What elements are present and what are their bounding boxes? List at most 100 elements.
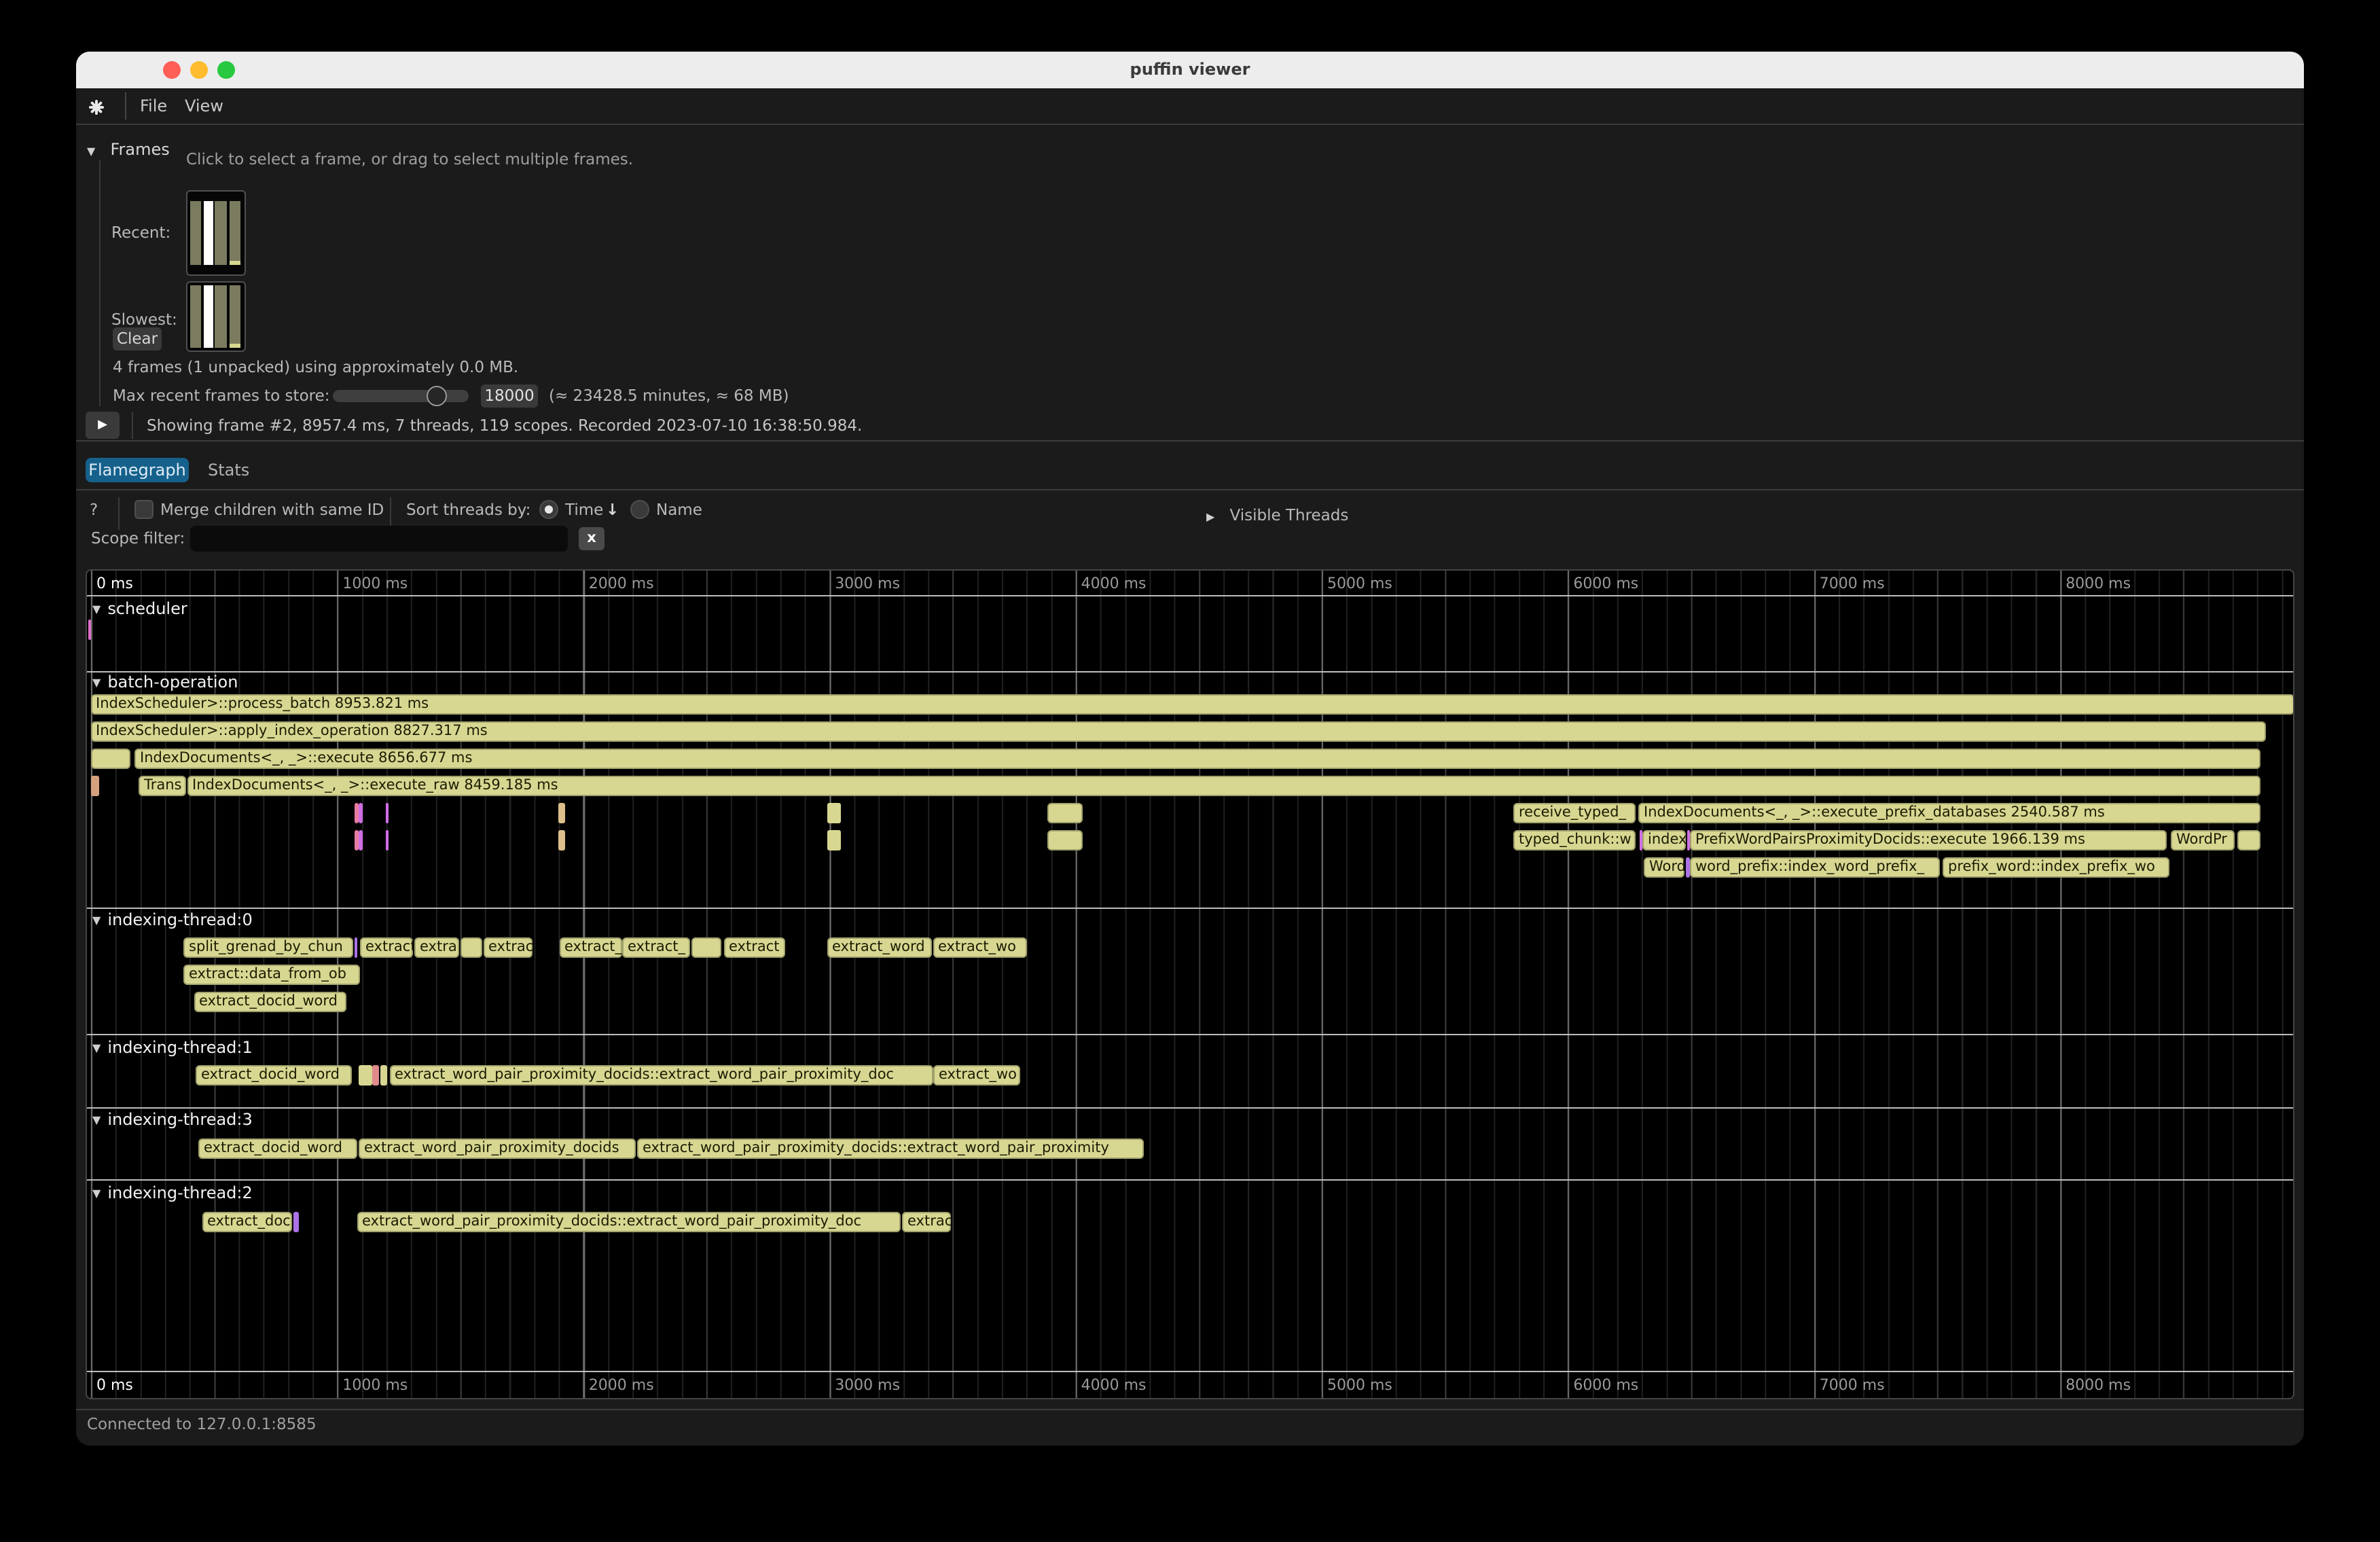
title-bar[interactable]: puffin viewer bbox=[76, 52, 2304, 88]
sort-time-radio[interactable] bbox=[539, 500, 558, 519]
theme-star-icon[interactable] bbox=[87, 98, 105, 115]
thread-group-header[interactable]: ▼indexing-thread:2 bbox=[92, 1183, 253, 1202]
help-button[interactable]: ? bbox=[90, 500, 98, 519]
frame-stripe[interactable] bbox=[215, 201, 227, 265]
tab-stats[interactable]: Stats bbox=[208, 458, 249, 482]
recent-frame-thumbnail[interactable] bbox=[186, 190, 246, 276]
scope-bar[interactable]: extract bbox=[360, 937, 413, 958]
scope-bar[interactable]: extract_docid_word bbox=[198, 1138, 357, 1159]
scope-bar[interactable] bbox=[358, 803, 363, 823]
scope-bar[interactable]: extract_word_pair_proximity_docids bbox=[359, 1138, 636, 1159]
scope-bar[interactable] bbox=[355, 803, 358, 823]
scope-bar[interactable]: extract_doc bbox=[202, 1212, 292, 1232]
scope-bar[interactable]: extract_ bbox=[559, 937, 621, 958]
frame-stripe[interactable] bbox=[229, 201, 240, 265]
scope-bar[interactable] bbox=[1686, 857, 1689, 878]
scope-bar[interactable] bbox=[355, 830, 358, 850]
scope-bar[interactable] bbox=[2237, 830, 2260, 850]
menu-view[interactable]: View bbox=[185, 88, 223, 124]
scope-bar[interactable]: extract bbox=[723, 937, 785, 958]
scope-bar[interactable] bbox=[558, 830, 565, 850]
slowest-frame-thumbnail[interactable] bbox=[186, 281, 246, 352]
thread-name: batch-operation bbox=[107, 673, 238, 692]
flamegraph-canvas[interactable]: 0 ms1000 ms2000 ms3000 ms4000 ms5000 ms6… bbox=[86, 569, 2294, 1399]
scope-bar[interactable]: extract_word_pair_proximity_docids::extr… bbox=[389, 1065, 933, 1086]
scope-bar[interactable] bbox=[354, 937, 357, 958]
frame-stripe[interactable] bbox=[229, 285, 240, 348]
scope-bar[interactable]: receive_typed_ bbox=[1513, 803, 1636, 823]
scope-bar[interactable]: split_grenad_by_chun bbox=[183, 937, 353, 958]
menu-file[interactable]: File bbox=[140, 88, 167, 124]
frame-stripe[interactable] bbox=[215, 285, 227, 348]
scope-bar[interactable] bbox=[1687, 830, 1689, 850]
scope-bar[interactable]: extrac bbox=[483, 937, 532, 958]
scope-bar[interactable]: IndexScheduler>::apply_index_operation 8… bbox=[90, 721, 2265, 742]
scope-bar[interactable]: extract_word_pair_proximity_docids::extr… bbox=[637, 1138, 1143, 1159]
frame-stripe-selected[interactable] bbox=[203, 201, 213, 265]
thread-group-header[interactable]: ▼scheduler bbox=[92, 598, 187, 617]
scope-bar[interactable] bbox=[90, 776, 98, 796]
frames-section-header[interactable]: ▼ Frames bbox=[87, 135, 170, 160]
scope-bar[interactable] bbox=[827, 803, 840, 823]
scope-bar[interactable]: extract_docid_word bbox=[196, 1065, 351, 1086]
scope-bar[interactable]: extract_word_pair_proximity_docids::extr… bbox=[357, 1212, 900, 1232]
scope-filter-input[interactable] bbox=[190, 526, 568, 552]
thread-group-header[interactable]: ▼indexing-thread:3 bbox=[92, 1110, 253, 1129]
scope-bar[interactable]: extra bbox=[414, 937, 459, 958]
scope-bar[interactable] bbox=[558, 803, 565, 823]
scope-bar[interactable]: extrac bbox=[902, 1212, 950, 1232]
max-frames-value[interactable]: 18000 bbox=[481, 384, 538, 408]
play-button[interactable]: ▶ bbox=[86, 412, 120, 439]
scope-bar[interactable]: WordPr bbox=[2171, 830, 2235, 850]
scope-bar[interactable]: extract::data_from_ob bbox=[183, 965, 359, 985]
scope-bar[interactable]: IndexScheduler>::process_batch 8953.821 … bbox=[90, 694, 2294, 715]
frame-stripe-accent bbox=[229, 261, 240, 265]
frame-stripe-selected[interactable] bbox=[203, 285, 213, 348]
scope-bar[interactable] bbox=[1047, 830, 1083, 850]
scope-bar[interactable]: index bbox=[1642, 830, 1686, 850]
scope-bar[interactable]: typed_chunk::w bbox=[1513, 830, 1636, 850]
scope-bar[interactable]: IndexDocuments<_, _>::execute 8656.677 m… bbox=[134, 749, 2260, 769]
max-frames-note: (≈ 23428.5 minutes, ≈ 68 MB) bbox=[549, 386, 789, 405]
scope-bar[interactable] bbox=[1639, 830, 1642, 850]
scope-bar[interactable]: extract_word bbox=[827, 937, 931, 958]
scope-bar[interactable]: extract_ bbox=[622, 937, 690, 958]
scope-filter-clear-button[interactable]: x bbox=[579, 527, 605, 550]
scope-bar[interactable]: extract_wo bbox=[933, 1065, 1020, 1086]
scope-bar[interactable] bbox=[380, 1065, 386, 1086]
scope-bar[interactable]: extract_wo bbox=[933, 937, 1026, 958]
scope-bar[interactable]: prefix_word::index_prefix_wo bbox=[1943, 857, 2169, 878]
scope-bar[interactable] bbox=[90, 749, 130, 769]
sort-name-radio[interactable] bbox=[630, 500, 649, 519]
thread-group-header[interactable]: ▼indexing-thread:1 bbox=[92, 1037, 253, 1056]
scope-bar[interactable] bbox=[293, 1212, 299, 1232]
scope-bar[interactable] bbox=[358, 830, 363, 850]
max-frames-slider[interactable] bbox=[333, 390, 469, 402]
frame-stripe[interactable] bbox=[190, 201, 201, 265]
scope-bar[interactable]: extract_docid_word bbox=[194, 992, 346, 1012]
thread-group-header[interactable]: ▼batch-operation bbox=[92, 673, 238, 692]
scope-bar[interactable]: word_prefix::index_word_prefix_ bbox=[1690, 857, 1940, 878]
scope-bar[interactable] bbox=[88, 619, 90, 639]
frame-stripe[interactable] bbox=[190, 285, 201, 348]
merge-checkbox[interactable] bbox=[134, 500, 154, 519]
thread-group-header[interactable]: ▼indexing-thread:0 bbox=[92, 910, 253, 929]
scope-bar[interactable] bbox=[372, 1065, 379, 1086]
scope-bar[interactable] bbox=[460, 937, 482, 958]
scope-bar[interactable] bbox=[386, 803, 389, 823]
scope-bar[interactable] bbox=[386, 830, 389, 850]
scope-bar[interactable] bbox=[827, 830, 840, 850]
scope-bar[interactable]: PrefixWordPairsProximityDocids::execute … bbox=[1690, 830, 2167, 850]
sort-direction-arrow-icon[interactable]: ↓ bbox=[606, 500, 619, 519]
scope-bar[interactable]: IndexDocuments<_, _>::execute_prefix_dat… bbox=[1638, 803, 2260, 823]
scope-bar[interactable] bbox=[359, 1065, 372, 1086]
scope-bar[interactable]: Word bbox=[1644, 857, 1684, 878]
scope-bar[interactable]: Trans bbox=[139, 776, 186, 796]
scope-bar[interactable]: IndexDocuments<_, _>::execute_raw 8459.1… bbox=[187, 776, 2260, 796]
clear-button[interactable]: Clear bbox=[113, 327, 162, 351]
tab-flamegraph[interactable]: Flamegraph bbox=[86, 458, 189, 482]
visible-threads-toggle[interactable]: ▶ Visible Threads bbox=[1206, 500, 1348, 526]
scope-bar[interactable] bbox=[691, 937, 721, 958]
max-frames-slider-knob[interactable] bbox=[427, 386, 447, 406]
scope-bar[interactable] bbox=[1047, 803, 1083, 823]
